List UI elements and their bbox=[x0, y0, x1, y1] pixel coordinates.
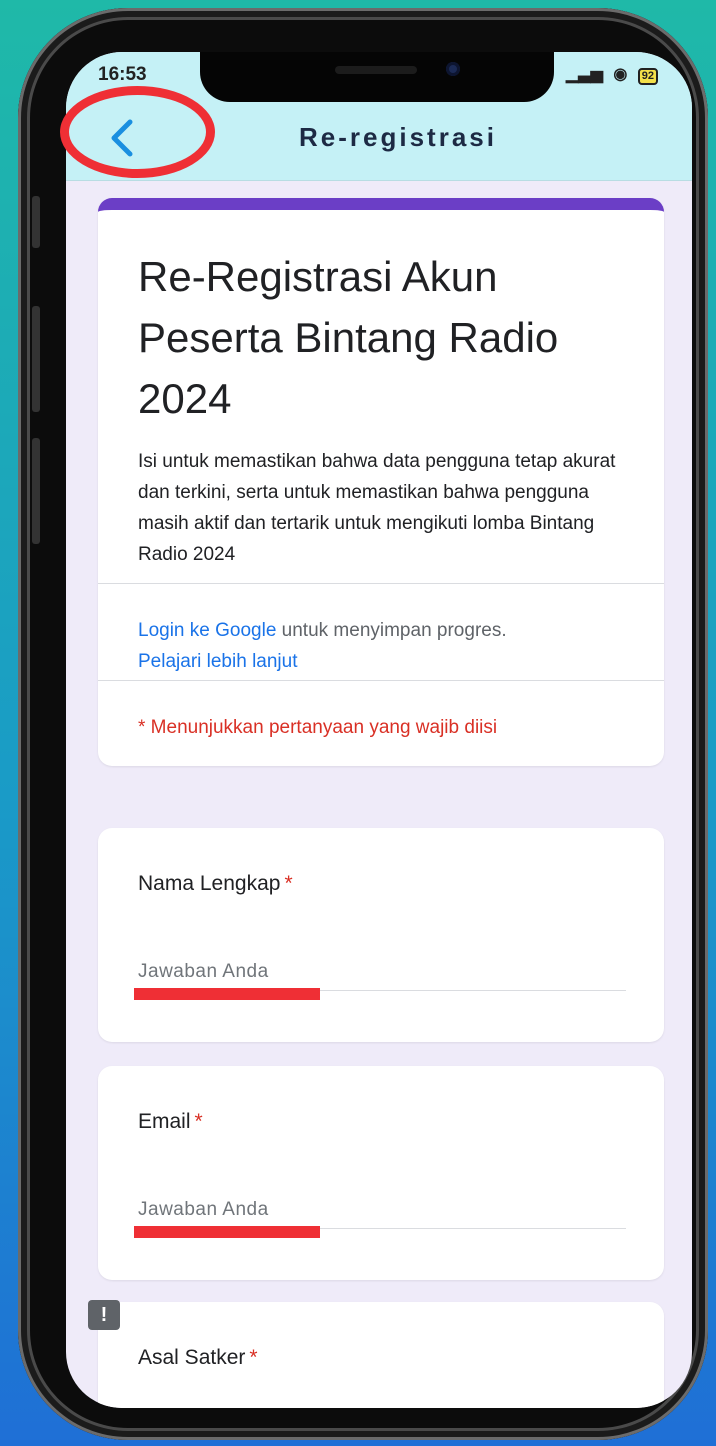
required-asterisk: * bbox=[284, 872, 293, 895]
form-description: Isi untuk memastikan bahwa data pengguna… bbox=[138, 451, 616, 565]
volume-up-button bbox=[32, 306, 40, 412]
required-asterisk: * bbox=[249, 1346, 258, 1369]
signal-icon: ▁▃▅ bbox=[565, 66, 603, 83]
required-asterisk: * bbox=[194, 1110, 203, 1133]
learn-more-link[interactable]: Pelajari lebih lanjut bbox=[138, 651, 298, 672]
question-label: Nama Lengkap * bbox=[138, 872, 293, 896]
volume-down-button bbox=[32, 438, 40, 544]
question-card-asal-satker: Asal Satker * bbox=[98, 1302, 664, 1408]
question-text: Email bbox=[138, 1110, 191, 1133]
question-card-email: Email * bbox=[98, 1066, 664, 1280]
nama-lengkap-input[interactable] bbox=[138, 954, 626, 991]
form-content: Re-Registrasi Akun Peserta Bintang Radio… bbox=[66, 180, 692, 1408]
question-label: Asal Satker * bbox=[138, 1346, 258, 1370]
login-prompt-text: untuk menyimpan progres. bbox=[276, 620, 507, 641]
required-note: * Menunjukkan pertanyaan yang wajib diis… bbox=[138, 717, 498, 738]
front-camera bbox=[446, 62, 460, 76]
email-input[interactable] bbox=[138, 1192, 626, 1229]
question-text: Nama Lengkap bbox=[138, 872, 281, 895]
status-icons: ▁▃▅ ◉ 92 bbox=[566, 64, 658, 85]
divider bbox=[98, 583, 664, 584]
status-time: 16:53 bbox=[98, 64, 147, 85]
highlight-underline bbox=[134, 1226, 320, 1238]
speaker-grille bbox=[335, 66, 417, 74]
login-prompt: Login ke Google untuk menyimpan progres.… bbox=[138, 615, 638, 677]
wifi-icon: ◉ bbox=[613, 66, 628, 83]
question-card-nama-lengkap: Nama Lengkap * bbox=[98, 828, 664, 1042]
battery-icon: 92 bbox=[637, 68, 658, 85]
highlight-underline bbox=[134, 988, 320, 1000]
form-header-card: Re-Registrasi Akun Peserta Bintang Radio… bbox=[98, 198, 664, 766]
divider bbox=[98, 680, 664, 681]
phone-screen: 16:53 ▁▃▅ ◉ 92 Re-registrasi Re-Registra… bbox=[66, 52, 692, 1408]
login-google-link[interactable]: Login ke Google bbox=[138, 620, 276, 641]
back-button-highlight bbox=[60, 86, 215, 178]
camera-notch bbox=[200, 52, 554, 102]
mute-switch bbox=[32, 196, 40, 248]
form-title: Re-Registrasi Akun Peserta Bintang Radio… bbox=[138, 253, 559, 422]
question-label: Email * bbox=[138, 1110, 203, 1134]
report-feedback-icon[interactable]: ! bbox=[88, 1300, 120, 1330]
question-text: Asal Satker bbox=[138, 1346, 246, 1369]
